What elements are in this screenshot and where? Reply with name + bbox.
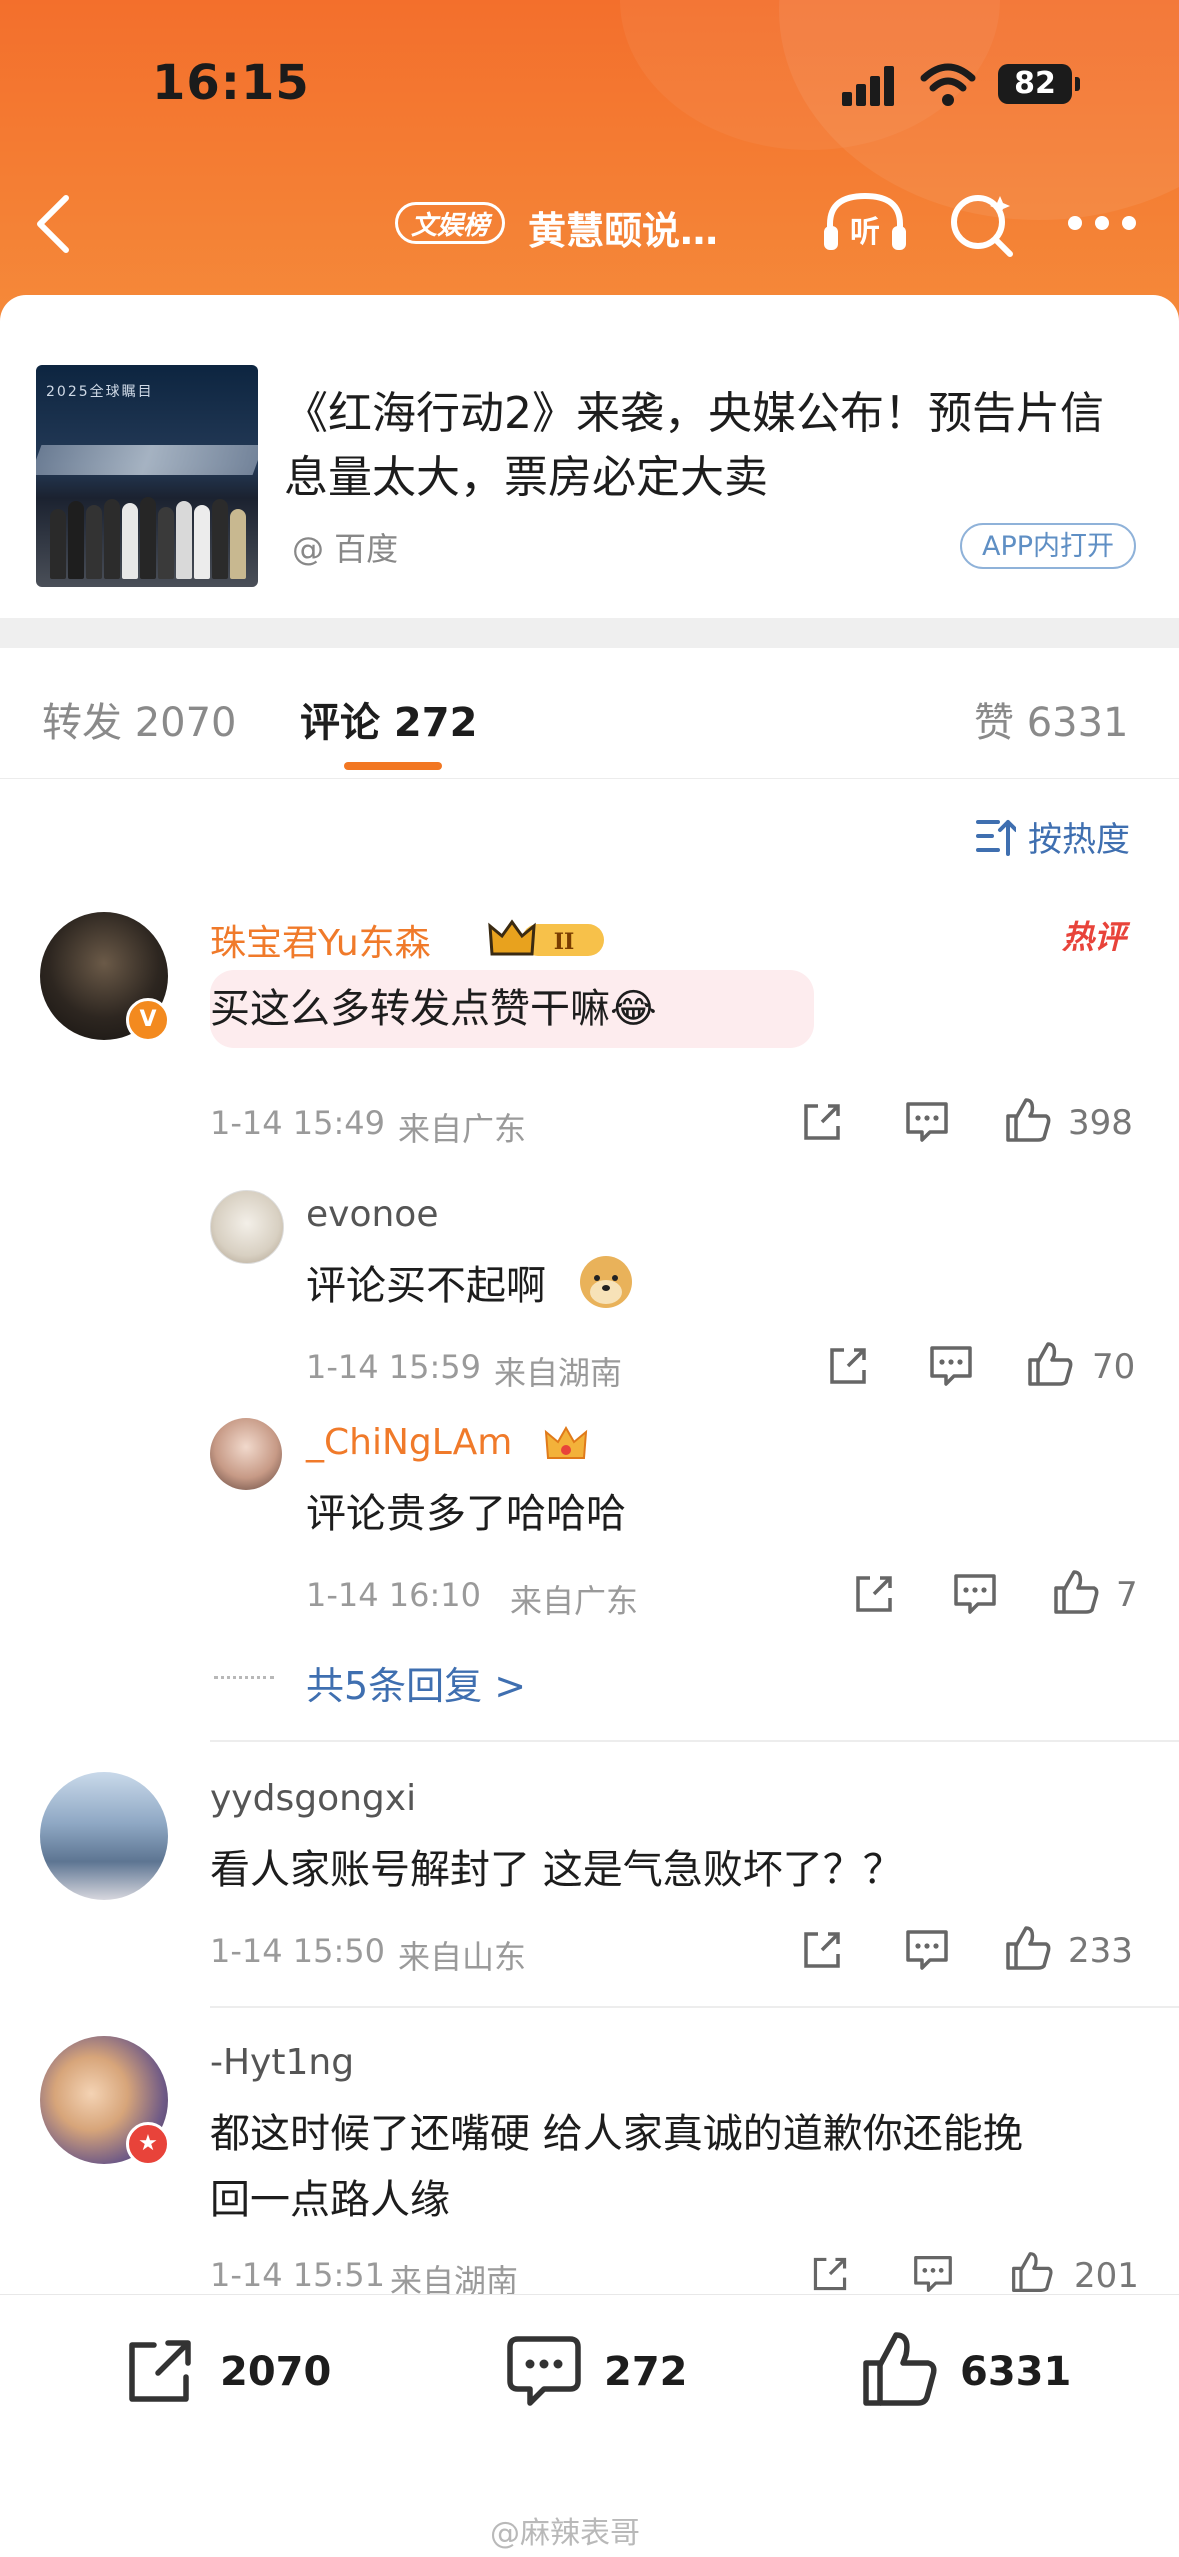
sort-icon <box>976 820 1016 856</box>
tab-repost[interactable]: 转发 2070 <box>42 690 237 748</box>
repost-count[interactable]: 2070 <box>220 2349 331 2395</box>
reply-icon[interactable] <box>910 2254 956 2294</box>
comment-text: 买这么多转发点赞干嘛😂 <box>210 986 657 1032</box>
reply-time: 1-14 16:10 <box>306 1576 482 1614</box>
verified-badge-icon: ★ <box>126 2122 170 2166</box>
status-time: 16:15 <box>152 55 310 111</box>
signal-icon <box>842 66 904 106</box>
tab-divider <box>0 778 1179 779</box>
listen-button[interactable]: 听 <box>820 188 910 258</box>
comment-text-line: 都这时候了还嘴硬 给人家真诚的道歉你还能挽 <box>210 2111 1023 2157</box>
like-icon[interactable] <box>1004 1096 1052 1144</box>
comment-text-line: 回一点路人缘 <box>210 2177 450 2223</box>
vip-level: II <box>554 929 575 955</box>
section-divider <box>0 618 1179 648</box>
article-thumbnail[interactable]: 2025全球瞩目 <box>36 365 258 587</box>
reply-time: 1-14 15:59 <box>306 1348 482 1386</box>
source-badge[interactable]: 文娱榜 <box>395 202 505 244</box>
like-count: 70 <box>1092 1347 1136 1387</box>
share-icon[interactable] <box>800 1928 844 1972</box>
reply-username[interactable]: _ChiNgLAm <box>306 1422 512 1463</box>
like-icon[interactable] <box>860 2329 940 2409</box>
verified-badge-icon: V <box>126 998 170 1042</box>
vip-crown-badge-icon: II <box>488 919 604 956</box>
more-options-icon[interactable] <box>1068 216 1136 230</box>
doge-emoji-icon <box>580 1256 632 1308</box>
comment-time: 1-14 15:50 <box>210 1932 386 1970</box>
like-count: 233 <box>1068 1931 1133 1971</box>
article-source: @ 百度 <box>292 530 399 568</box>
thumbnail-caption: 2025全球瞩目 <box>46 384 154 400</box>
view-more-replies-link[interactable]: 共5条回复 > <box>306 1655 526 1710</box>
comment-divider <box>210 2006 1179 2008</box>
comment-time: 1-14 15:49 <box>210 1104 386 1142</box>
reply-location: 来自湖南 <box>494 1354 623 1392</box>
reply-username[interactable]: evonoe <box>306 1194 438 1235</box>
reply-icon[interactable] <box>904 1928 950 1972</box>
comment-location: 来自广东 <box>398 1110 527 1148</box>
like-count: 7 <box>1116 1575 1138 1615</box>
reply-icon[interactable] <box>904 1100 950 1144</box>
battery-icon: 82 <box>998 64 1080 104</box>
comment-location: 来自山东 <box>398 1938 527 1976</box>
avatar[interactable] <box>40 1772 168 1900</box>
like-count[interactable]: 6331 <box>960 2349 1071 2395</box>
like-icon[interactable] <box>1026 1340 1074 1388</box>
page-title[interactable]: 黄慧颐说… <box>528 200 718 255</box>
reply-icon[interactable] <box>952 1572 998 1616</box>
share-icon[interactable] <box>800 1100 844 1144</box>
reply-location: 来自广东 <box>510 1582 639 1620</box>
like-icon[interactable] <box>1004 1924 1052 1972</box>
active-tab-indicator <box>344 762 442 770</box>
comment-username[interactable]: yydsgongxi <box>210 1778 416 1819</box>
reply-text: 评论买不起啊 <box>306 1263 546 1309</box>
avatar[interactable] <box>210 1190 284 1264</box>
comment-icon[interactable] <box>504 2333 584 2411</box>
share-icon[interactable] <box>852 1572 896 1616</box>
watermark: @麻辣表哥 <box>490 2516 640 2551</box>
article-title[interactable]: 《红海行动2》来袭，央媒公布！预告片信息量太大，票房必定大卖 <box>284 382 1144 510</box>
like-count: 398 <box>1068 1103 1133 1143</box>
svg-text:听: 听 <box>850 215 880 250</box>
like-icon[interactable] <box>1008 2250 1056 2294</box>
sort-label: 按热度 <box>1028 820 1130 860</box>
wifi-icon <box>920 63 976 106</box>
comment-divider <box>210 1740 1179 1742</box>
like-icon[interactable] <box>1052 1568 1100 1616</box>
avatar[interactable] <box>210 1418 282 1490</box>
hot-comment-badge: 热评 <box>1062 918 1127 956</box>
reply-text: 评论贵多了哈哈哈 <box>306 1491 626 1537</box>
open-in-app-button[interactable]: APP内打开 <box>960 523 1136 569</box>
comment-username[interactable]: 珠宝君Yu东森 <box>210 914 431 966</box>
reply-icon[interactable] <box>928 1344 974 1388</box>
comment-username[interactable]: -Hyt1ng <box>210 2042 354 2083</box>
tab-comment[interactable]: 评论 272 <box>300 690 477 748</box>
like-count: 201 <box>1074 2256 1139 2296</box>
back-icon[interactable] <box>28 190 78 258</box>
more-replies-dots <box>214 1676 274 1683</box>
comment-text: 看人家账号解封了 这是气急败坏了？？ <box>210 1847 903 1893</box>
search-icon[interactable] <box>948 190 1018 260</box>
crown-icon <box>544 1425 588 1459</box>
share-icon[interactable] <box>808 2254 852 2294</box>
tab-likes[interactable]: 赞 6331 <box>974 690 1129 748</box>
comment-count[interactable]: 272 <box>604 2349 688 2395</box>
header: 16:15 82 文娱榜 黄慧颐说… 听 <box>0 0 1179 330</box>
share-icon[interactable] <box>826 1344 870 1388</box>
comment-time: 1-14 15:51 <box>210 2256 386 2294</box>
repost-icon[interactable] <box>122 2335 200 2409</box>
headphones-icon: 听 <box>824 192 906 250</box>
